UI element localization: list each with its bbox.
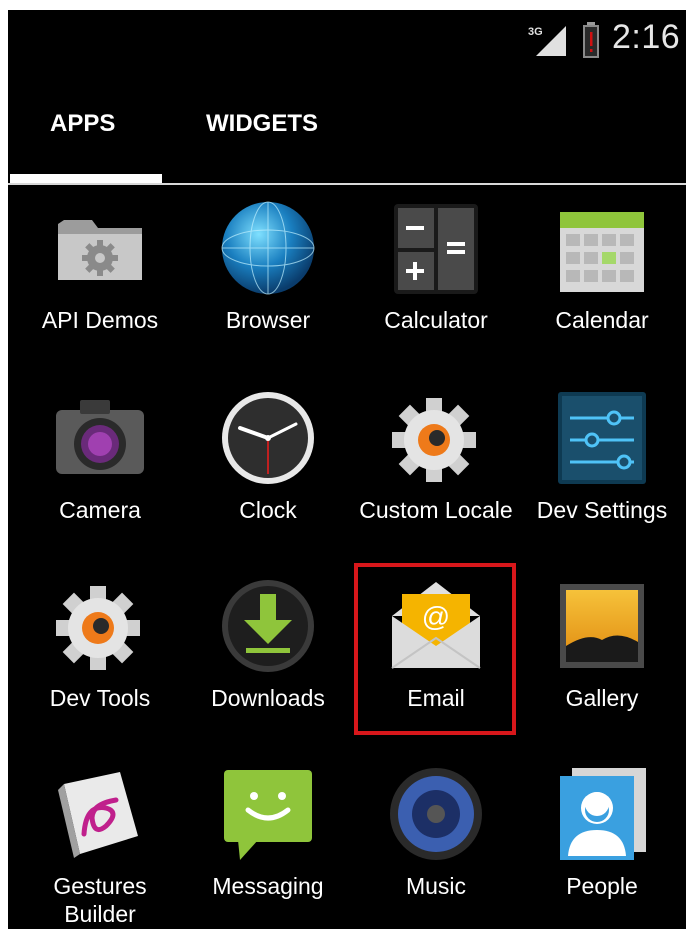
app-custom-locale[interactable]: Custom Locale — [352, 388, 520, 524]
app-label: Calculator — [384, 307, 488, 333]
app-browser[interactable]: Browser — [184, 198, 352, 334]
app-label: Dev Settings — [536, 497, 668, 523]
email-highlight-box — [354, 563, 516, 735]
app-dev-tools[interactable]: Dev Tools — [16, 576, 184, 712]
status-time: 2:16 — [612, 18, 681, 56]
speech-bubble-icon — [224, 770, 312, 860]
network-type: 3G — [528, 26, 543, 38]
app-label: People — [566, 873, 638, 899]
app-drawer-screen: 3G 2:16 APPS WIDGETS API Demos Browser C… — [8, 10, 686, 929]
app-label: Custom Locale — [359, 497, 513, 523]
active-tab-indicator — [10, 174, 162, 183]
app-label: Calendar — [555, 307, 649, 333]
app-clock[interactable]: Clock — [184, 388, 352, 524]
app-label: Gestures Builder — [53, 873, 147, 927]
app-calendar[interactable]: Calendar — [518, 198, 686, 334]
app-people[interactable]: People — [518, 764, 686, 900]
signal-3g-icon: 3G — [528, 26, 566, 56]
app-label: API Demos — [41, 307, 159, 333]
app-messaging[interactable]: Messaging — [184, 764, 352, 900]
globe-icon — [221, 201, 315, 295]
calculator-icon — [394, 204, 478, 294]
app-label: Gallery — [565, 685, 639, 711]
tab-divider — [8, 183, 686, 185]
tab-apps[interactable]: APPS — [50, 110, 115, 138]
tab-bar: APPS WIDGETS — [8, 80, 686, 185]
app-calculator[interactable]: Calculator — [352, 198, 520, 334]
app-api-demos[interactable]: API Demos — [16, 198, 184, 334]
clock-icon — [222, 392, 314, 484]
gesture-icon — [58, 772, 138, 858]
app-label: Messaging — [212, 873, 324, 899]
sliders-icon — [558, 392, 646, 484]
download-icon — [222, 580, 314, 672]
app-gallery[interactable]: Gallery — [518, 576, 686, 712]
speaker-icon — [390, 768, 482, 860]
app-label: Dev Tools — [49, 685, 151, 711]
folder-gear-icon — [58, 220, 142, 280]
app-camera[interactable]: Camera — [16, 388, 184, 524]
gear-icon — [56, 586, 140, 670]
app-label: Downloads — [211, 685, 325, 711]
battery-icon — [583, 22, 599, 58]
status-bar: 3G 2:16 — [8, 10, 686, 72]
app-gestures-builder[interactable]: Gestures Builder — [16, 764, 184, 928]
app-dev-settings[interactable]: Dev Settings — [518, 388, 686, 524]
app-label: Clock — [239, 497, 297, 523]
app-label: Browser — [225, 307, 311, 333]
picture-icon — [560, 584, 644, 668]
camera-icon — [56, 400, 144, 474]
tab-widgets[interactable]: WIDGETS — [206, 110, 318, 138]
calendar-icon — [560, 212, 644, 292]
app-label: Camera — [59, 497, 141, 523]
gear-icon — [392, 398, 476, 482]
app-music[interactable]: Music — [352, 764, 520, 900]
app-downloads[interactable]: Downloads — [184, 576, 352, 712]
app-label: Music — [405, 873, 467, 899]
contact-card-icon — [560, 768, 646, 860]
